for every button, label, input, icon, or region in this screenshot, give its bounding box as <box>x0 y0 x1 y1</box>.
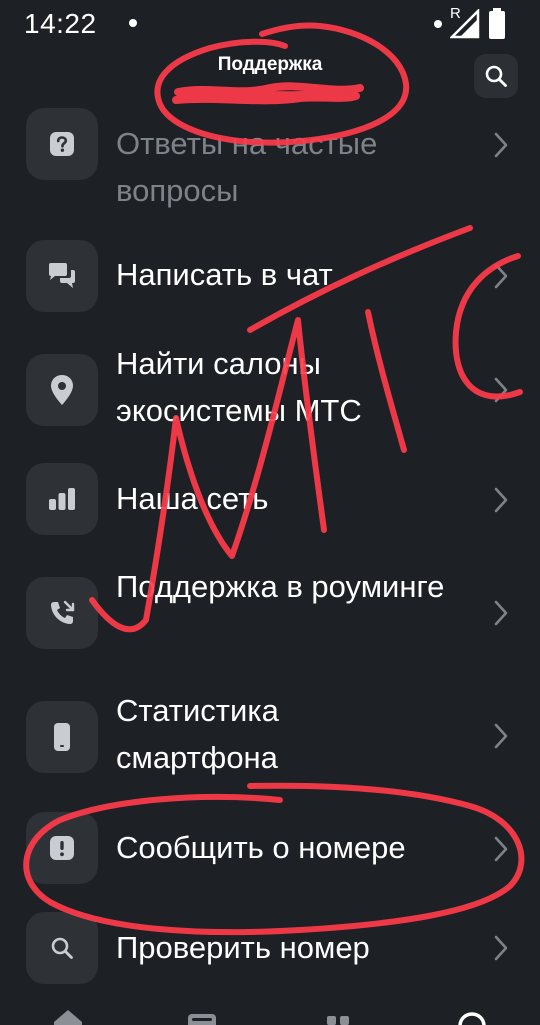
status-bar: 14:22 R <box>0 0 540 48</box>
menu-item-network[interactable]: Наша сеть <box>0 458 540 548</box>
menu-item-label: Статистика смартфона <box>116 693 279 775</box>
question-icon-tile <box>26 108 98 180</box>
menu-item-check[interactable]: Проверить номер <box>0 910 540 984</box>
header: Поддержка <box>0 48 540 104</box>
search-button[interactable] <box>474 54 518 98</box>
phone-call-icon-tile <box>26 577 98 649</box>
menu-item-label: Найти салоны экосистемы МТС <box>116 346 362 428</box>
chevron-right-icon <box>494 836 508 862</box>
menu-item-label: Проверить номер <box>116 930 370 965</box>
menu-item-label: Наша сеть <box>116 481 269 516</box>
chevron-right-icon <box>494 935 508 961</box>
smartphone-icon-tile <box>26 701 98 773</box>
signal-bars-icon <box>49 488 75 510</box>
phone-call-icon <box>51 600 75 624</box>
support-menu-list[interactable]: Ответы на частые вопросы Написать в чат … <box>0 104 540 984</box>
bottom-navigation[interactable] <box>0 990 540 1025</box>
status-dot-icon <box>434 20 442 28</box>
chevron-right-icon <box>494 377 508 403</box>
menu-item-faq[interactable]: Ответы на частые вопросы <box>0 104 540 224</box>
notification-dot-icon <box>129 19 137 27</box>
menu-item-label: Ответы на частые вопросы <box>116 126 378 208</box>
chat-bubbles-icon-tile <box>26 240 98 312</box>
apps-grid-icon <box>327 1016 349 1025</box>
nav-wallet[interactable] <box>182 1004 222 1025</box>
chevron-right-icon <box>494 263 508 289</box>
menu-item-label: Поддержка в роуминге <box>116 569 445 604</box>
home-icon <box>54 1010 82 1025</box>
chevron-right-icon <box>494 723 508 749</box>
alert-icon-tile <box>26 812 98 884</box>
search-icon <box>485 65 507 87</box>
menu-item-roaming[interactable]: Поддержка в роуминге <box>0 560 540 670</box>
chevron-right-icon <box>494 600 508 626</box>
nav-apps[interactable] <box>318 1004 358 1025</box>
smartphone-icon <box>54 723 70 751</box>
menu-item-label: Написать в чат <box>116 257 333 292</box>
menu-item-stats[interactable]: Статистика смартфона <box>0 684 540 794</box>
page-title: Поддержка <box>217 54 323 75</box>
search-icon <box>51 937 73 959</box>
nav-support[interactable] <box>452 1004 492 1025</box>
menu-item-label: Сообщить о номере <box>116 830 406 865</box>
status-icons: R <box>434 5 506 41</box>
menu-item-salons[interactable]: Найти салоны экосистемы МТС <box>0 336 540 446</box>
status-time: 14:22 <box>24 8 97 39</box>
chat-bubbles-icon <box>49 263 75 288</box>
nav-home[interactable] <box>48 1004 88 1025</box>
search-icon-tile <box>26 912 98 984</box>
location-pin-icon <box>51 375 73 405</box>
chevron-right-icon <box>494 132 508 158</box>
question-icon <box>50 132 74 156</box>
alert-icon <box>50 836 74 860</box>
menu-item-report[interactable]: Сообщить о номере <box>0 809 540 899</box>
signal-icon: R <box>450 5 480 39</box>
signal-bars-icon-tile <box>26 463 98 535</box>
chevron-right-icon <box>494 487 508 513</box>
menu-item-chat[interactable]: Написать в чат <box>0 234 540 324</box>
location-pin-icon-tile <box>26 354 98 426</box>
headset-icon <box>458 1012 486 1025</box>
battery-icon <box>488 8 506 40</box>
wallet-icon <box>188 1014 216 1025</box>
